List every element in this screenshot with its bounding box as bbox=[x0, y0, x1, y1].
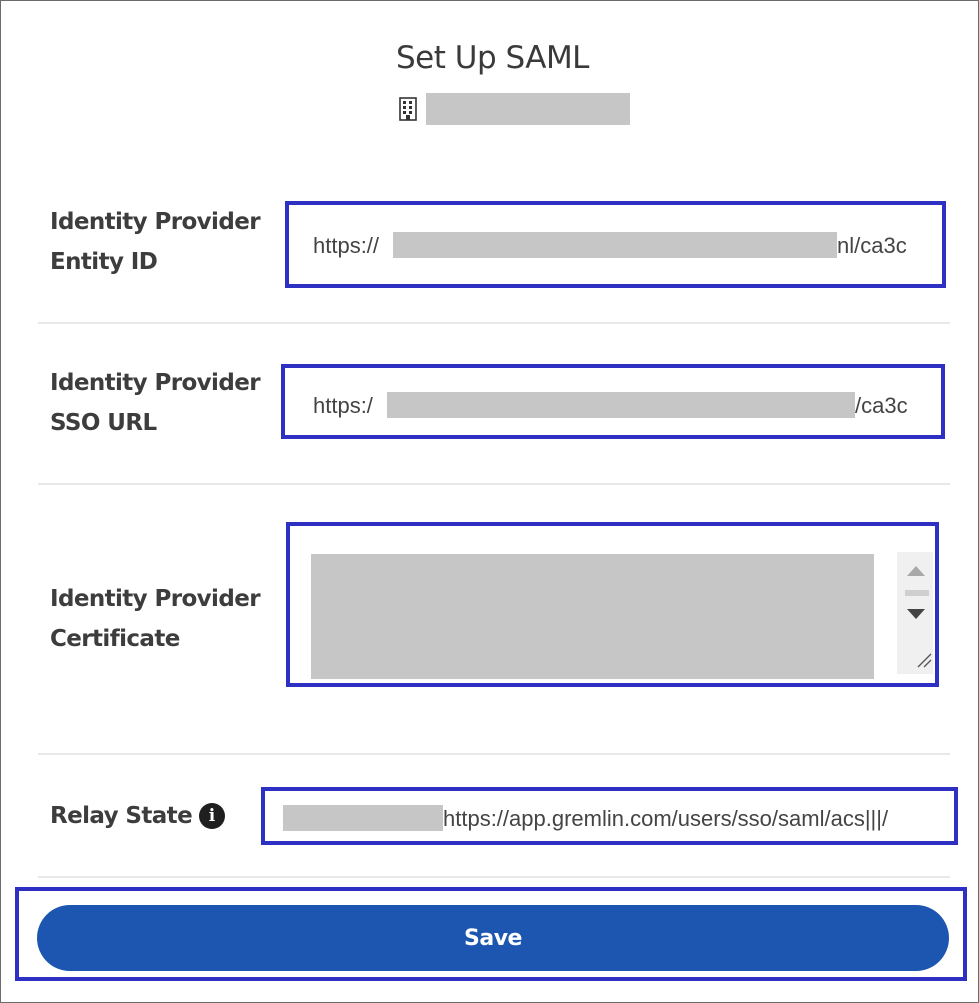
scroll-up-arrow-icon[interactable] bbox=[907, 566, 925, 576]
entity-id-redacted bbox=[393, 232, 837, 258]
building-icon bbox=[399, 97, 417, 121]
divider bbox=[38, 322, 950, 324]
divider bbox=[38, 876, 950, 878]
sso-url-value-suffix: /ca3c bbox=[855, 393, 908, 418]
save-button[interactable]: Save bbox=[37, 905, 949, 971]
divider bbox=[38, 753, 950, 755]
sso-url-redacted bbox=[387, 392, 855, 418]
relay-state-redacted bbox=[283, 805, 443, 831]
scroll-down-arrow-icon[interactable] bbox=[907, 609, 925, 619]
resize-handle-icon[interactable] bbox=[914, 650, 932, 668]
relay-state-input[interactable]: https://app.gremlin.com/users/sso/saml/a… bbox=[261, 787, 958, 845]
relay-state-label: Relay State bbox=[50, 803, 193, 829]
divider bbox=[38, 483, 950, 485]
relay-state-value: https://app.gremlin.com/users/sso/saml/a… bbox=[443, 806, 889, 831]
certificate-redacted bbox=[311, 554, 874, 679]
certificate-textarea[interactable] bbox=[286, 522, 939, 687]
entity-id-label: Identity Provider Entity ID bbox=[50, 209, 261, 275]
certificate-label: Identity Provider Certificate bbox=[50, 586, 261, 652]
page-title: Set Up SAML bbox=[396, 40, 589, 76]
entity-id-value-prefix: https:// bbox=[313, 233, 380, 258]
entity-id-input[interactable]: https:// nl/ca3c bbox=[285, 201, 946, 288]
sso-url-value-prefix: https:/ bbox=[313, 393, 373, 418]
sso-url-label: Identity Provider SSO URL bbox=[50, 370, 261, 436]
entity-id-value-suffix: nl/ca3c bbox=[837, 233, 907, 258]
sso-url-input[interactable]: https:/ /ca3c bbox=[281, 364, 945, 439]
scroll-thumb[interactable] bbox=[905, 590, 929, 596]
info-icon[interactable]: i bbox=[199, 803, 225, 829]
saml-setup-panel bbox=[0, 0, 979, 1003]
organization-name-redacted bbox=[426, 93, 630, 125]
